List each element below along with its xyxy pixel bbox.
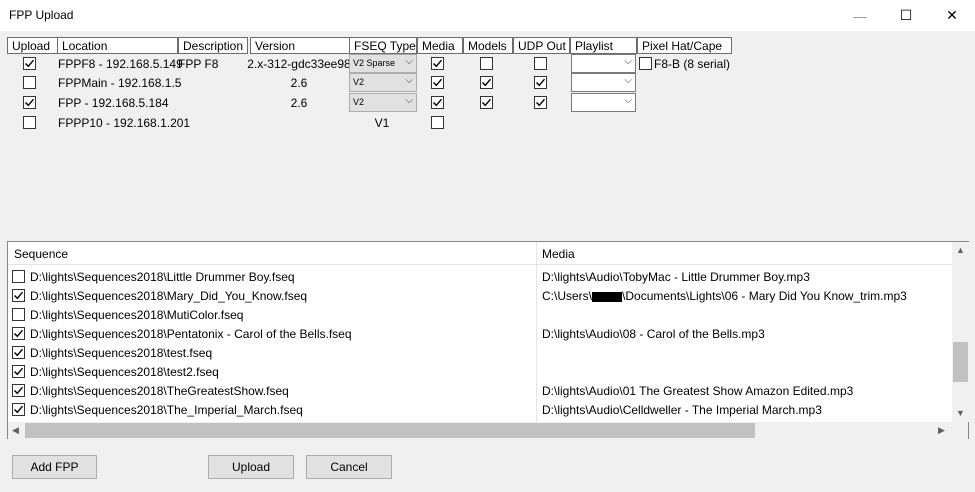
vertical-scroll-thumb[interactable] <box>953 342 968 382</box>
media-path: D:\lights\Audio\Celldweller - The Imperi… <box>542 403 822 417</box>
media-column-header[interactable]: Media <box>542 247 575 261</box>
upload-checkbox[interactable] <box>23 96 36 109</box>
sequence-path: D:\lights\Sequences2018\test.fseq <box>30 346 213 360</box>
chevron-down-icon[interactable]: ⌵ <box>405 75 413 86</box>
upload-button[interactable]: Upload <box>208 455 294 479</box>
sequence-checkbox[interactable] <box>12 270 25 283</box>
media-path-prefix: C:\Users\ <box>542 289 593 303</box>
sequence-path: D:\lights\Sequences2018\Little Drummer B… <box>30 270 295 284</box>
column-header-location[interactable]: Location <box>57 37 178 54</box>
scroll-right-icon[interactable]: ▶ <box>938 425 945 436</box>
column-divider <box>536 242 537 424</box>
upload-checkbox[interactable] <box>23 116 36 129</box>
sequence-checkbox[interactable] <box>12 327 25 340</box>
fseq-type-select-value: V2 <box>353 97 365 107</box>
media-checkbox[interactable] <box>431 96 444 109</box>
chevron-down-icon[interactable]: ⌵ <box>405 56 413 67</box>
udp-out-checkbox[interactable] <box>534 76 547 89</box>
redacted-block <box>592 291 623 302</box>
upload-checkbox[interactable] <box>23 57 36 70</box>
media-path: D:\lights\Audio\08 - Carol of the Bells.… <box>542 327 765 341</box>
sequence-path: D:\lights\Sequences2018\MutiColor.fseq <box>30 308 244 322</box>
fseq-type-select-value: V2 Sparse <box>353 58 396 68</box>
fpp-location: FPPP10 - 192.168.1.201 <box>58 116 191 130</box>
fpp-location: FPP - 192.168.5.184 <box>58 96 169 110</box>
media-checkbox[interactable] <box>431 116 444 129</box>
playlist-select[interactable]: ⌵ <box>571 93 636 112</box>
fpp-version: 2.6 <box>290 76 308 90</box>
fseq-type-select[interactable]: V2 ⌵ <box>349 93 417 112</box>
fseq-type-select[interactable]: V2 ⌵ <box>349 73 417 92</box>
maximize-icon[interactable]: ☐ <box>883 0 929 31</box>
column-header-fseq-type[interactable]: FSEQ Type <box>349 37 417 54</box>
sequence-path: D:\lights\Sequences2018\TheGreatestShow.… <box>30 384 289 398</box>
sequence-checkbox[interactable] <box>12 365 25 378</box>
horizontal-scroll-thumb[interactable] <box>25 423 755 438</box>
column-header-playlist[interactable]: Playlist <box>570 37 637 54</box>
media-path-suffix: \Documents\Lights\06 - Mary Did You Know… <box>622 289 907 303</box>
column-header-upload[interactable]: Upload <box>7 37 58 54</box>
minimize-icon[interactable]: — <box>837 0 883 31</box>
fpp-location: FPPMain - 192.168.1.5 <box>58 76 182 90</box>
chevron-down-icon[interactable]: ⌵ <box>624 56 632 67</box>
header-divider <box>8 264 952 265</box>
chevron-down-icon[interactable]: ⌵ <box>405 95 413 106</box>
cancel-button[interactable]: Cancel <box>306 455 392 479</box>
close-icon[interactable]: ✕ <box>929 0 975 31</box>
models-checkbox[interactable] <box>480 76 493 89</box>
udp-out-checkbox[interactable] <box>534 57 547 70</box>
fseq-type-select[interactable]: V2 Sparse ⌵ <box>349 54 417 73</box>
sequence-grid: Sequence Media D:\lights\Sequences2018\L… <box>7 241 969 439</box>
fpp-location: FPPF8 - 192.168.5.149 <box>58 57 183 71</box>
media-path: C:\Users\ \Documents\Lights\06 - Mary Did… <box>542 289 907 303</box>
column-header-description[interactable]: Description <box>178 37 248 54</box>
models-checkbox[interactable] <box>480 57 493 70</box>
scroll-down-icon[interactable]: ▼ <box>956 408 965 418</box>
pixel-hat-label: F8-B (8 serial) <box>654 57 731 71</box>
chevron-down-icon[interactable]: ⌵ <box>624 75 632 86</box>
media-checkbox[interactable] <box>431 57 444 70</box>
sequence-checkbox[interactable] <box>12 289 25 302</box>
sequence-path: D:\lights\Sequences2018\test2.fseq <box>30 365 219 379</box>
vertical-scrollbar[interactable]: ▲ ▼ <box>952 242 969 422</box>
sequence-checkbox[interactable] <box>12 346 25 359</box>
window-title: FPP Upload <box>9 8 74 22</box>
media-path: D:\lights\Audio\01 The Greatest Show Ama… <box>542 384 854 398</box>
sequence-checkbox[interactable] <box>12 403 25 416</box>
playlist-select[interactable]: ⌵ <box>571 73 636 92</box>
chevron-down-icon[interactable]: ⌵ <box>624 95 632 106</box>
column-header-version[interactable]: Version <box>250 37 350 54</box>
horizontal-scrollbar[interactable]: ◀ ▶ <box>8 422 968 439</box>
fpp-version: 2.x-312-gdc33ee98 <box>247 57 351 71</box>
fpp-version: 2.6 <box>290 96 308 110</box>
fseq-type-select-value: V2 <box>353 77 365 87</box>
add-fpp-button[interactable]: Add FPP <box>12 455 97 479</box>
sequence-path: D:\lights\Sequences2018\Pentatonix - Car… <box>30 327 352 341</box>
media-path: D:\lights\Audio\TobyMac - Little Drummer… <box>542 270 810 284</box>
playlist-select[interactable]: ⌵ <box>571 54 636 73</box>
column-header-media[interactable]: Media <box>417 37 463 54</box>
upload-checkbox[interactable] <box>23 76 36 89</box>
column-header-pixel-hat-cape[interactable]: Pixel Hat/Cape <box>637 37 732 54</box>
sequence-path: D:\lights\Sequences2018\Mary_Did_You_Kno… <box>30 289 308 303</box>
column-header-models[interactable]: Models <box>463 37 513 54</box>
sequence-path: D:\lights\Sequences2018\The_Imperial_Mar… <box>30 403 303 417</box>
sequence-checkbox[interactable] <box>12 308 25 321</box>
pixel-hat-checkbox[interactable] <box>639 57 652 70</box>
fseq-type-label: V1 <box>374 116 390 130</box>
fpp-description: FPP F8 <box>178 57 219 71</box>
scroll-left-icon[interactable]: ◀ <box>12 425 19 436</box>
media-checkbox[interactable] <box>431 76 444 89</box>
udp-out-checkbox[interactable] <box>534 96 547 109</box>
title-bar: FPP Upload — ☐ ✕ <box>0 0 975 31</box>
scroll-up-icon[interactable]: ▲ <box>956 245 965 255</box>
sequence-column-header[interactable]: Sequence <box>14 247 68 261</box>
models-checkbox[interactable] <box>480 96 493 109</box>
sequence-checkbox[interactable] <box>12 384 25 397</box>
column-header-udp-out[interactable]: UDP Out <box>513 37 570 54</box>
